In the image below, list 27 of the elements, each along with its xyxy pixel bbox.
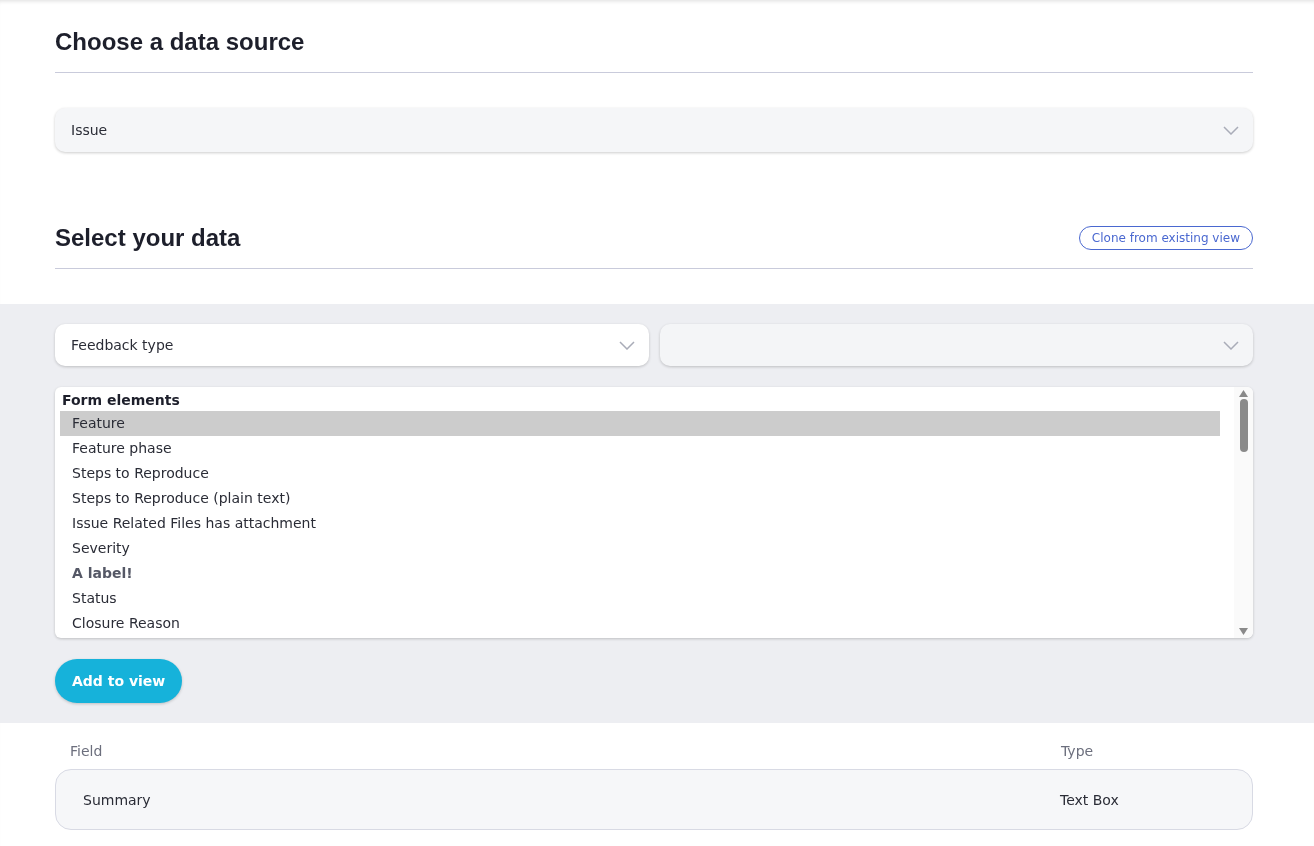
list-label: A label! [71, 564, 134, 583]
list-item[interactable]: Issue Related Files has attachment [60, 511, 1220, 536]
source-select[interactable]: Issue [55, 108, 1253, 152]
scroll-down-icon[interactable] [1239, 628, 1248, 635]
chevron-down-icon [1223, 125, 1239, 135]
scroll-thumb[interactable] [1239, 399, 1248, 452]
section-title: Select your data [55, 224, 241, 253]
list-item[interactable]: Feature [60, 411, 1220, 436]
clone-button[interactable]: Clone from existing view [1078, 226, 1253, 250]
filter-select[interactable]: Feedback type [55, 324, 649, 366]
table-cell-text: Text Box [1060, 791, 1120, 808]
list-item[interactable]: Steps to Reproduce [60, 461, 1220, 486]
column-header: Type [1061, 743, 1095, 759]
scrollbar[interactable] [1234, 387, 1253, 638]
list-item[interactable]: Steps to Reproduce (plain text) [60, 486, 1220, 511]
list-item[interactable]: Severity [60, 536, 1220, 561]
list-item[interactable]: Status [60, 586, 1220, 611]
group-heading: Form elements [61, 392, 181, 410]
list-item[interactable]: Feature phase [60, 436, 1220, 461]
field-listbox[interactable]: Form elements Feature Feature phase Steps to Reproduce Steps to Reproduce (plain text) Issue Related Files has attachment Severity A label! Status Closure Reason [55, 387, 1253, 638]
section-title: Choose a data source [55, 27, 305, 57]
scroll-up-icon[interactable] [1239, 390, 1248, 397]
chevron-down-icon [618, 340, 635, 350]
column-header: Field [70, 743, 104, 759]
list-item[interactable]: Closure Reason [60, 611, 1220, 636]
chevron-down-icon [1223, 340, 1239, 350]
table-cell-text: Summary [83, 791, 152, 808]
